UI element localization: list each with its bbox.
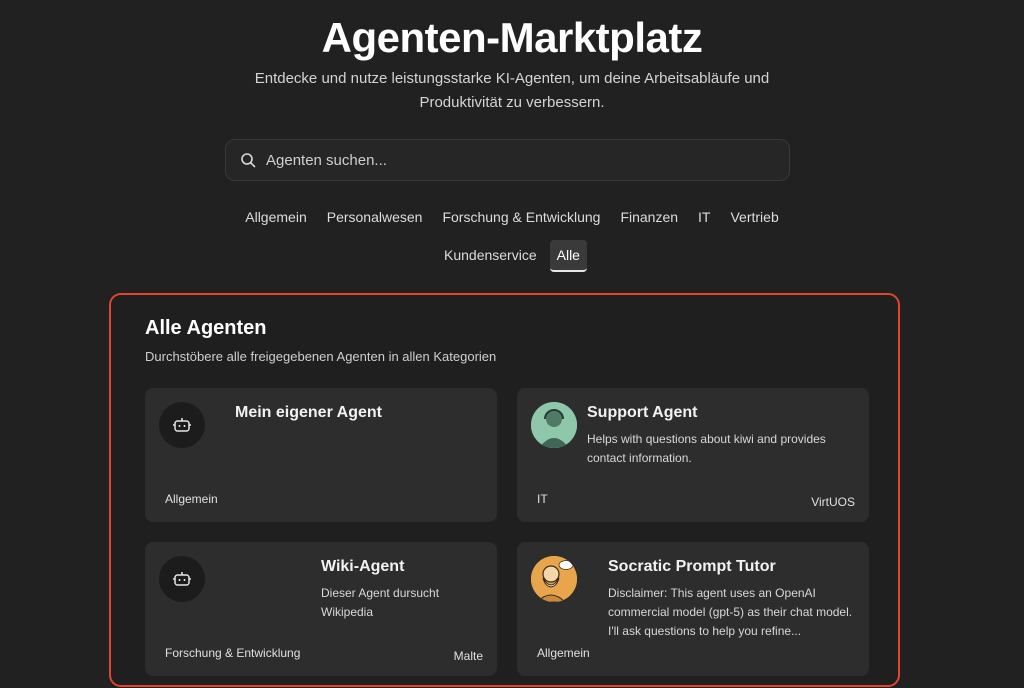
agent-avatar xyxy=(531,556,577,602)
tab-alle[interactable]: Alle xyxy=(549,240,587,272)
tab-allgemein[interactable]: Allgemein xyxy=(238,202,313,232)
agent-category: Allgemein xyxy=(165,492,218,506)
page-subtitle: Entdecke und nutze leistungsstarke KI-Ag… xyxy=(254,70,770,111)
agent-card[interactable]: Support Agent Helps with questions about… xyxy=(517,388,869,522)
agent-description: Disclaimer: This agent uses an OpenAI co… xyxy=(608,586,853,638)
agent-name: Wiki-Agent xyxy=(321,558,405,575)
support-avatar xyxy=(531,402,577,448)
agent-name: Mein eigener Agent xyxy=(235,404,382,421)
marketplace-page: Agenten-Marktplatz Entdecke und nutze le… xyxy=(0,0,1024,688)
agent-category: Forschung & Entwicklung xyxy=(165,646,301,660)
agent-card[interactable]: Mein eigener Agent Allgemein xyxy=(145,388,497,522)
agent-description: Helps with questions about kiwi and prov… xyxy=(587,432,826,465)
agent-author: Malte xyxy=(453,649,483,663)
robot-icon xyxy=(173,572,191,586)
page-title: Agenten-Marktplatz xyxy=(321,14,703,61)
category-tabs-row-1: Allgemein Personalwesen Forschung & Entw… xyxy=(212,202,812,232)
agent-category: Allgemein xyxy=(537,646,590,660)
socrates-avatar xyxy=(531,556,577,602)
section-description: Durchstöbere alle freigegebenen Agenten … xyxy=(145,349,497,364)
search-box[interactable] xyxy=(225,139,790,181)
tab-vertrieb[interactable]: Vertrieb xyxy=(723,202,785,232)
agent-avatar xyxy=(159,556,205,602)
tab-it[interactable]: IT xyxy=(691,202,717,232)
agent-avatar xyxy=(159,402,205,448)
tab-personalwesen[interactable]: Personalwesen xyxy=(320,202,430,232)
agent-name: Socratic Prompt Tutor xyxy=(608,558,776,575)
category-tabs-row-2: Kundenservice Alle xyxy=(212,240,812,272)
search-icon xyxy=(241,153,256,168)
agent-card[interactable]: Wiki-Agent Dieser Agent dursucht Wikiped… xyxy=(145,542,497,676)
all-agents-section: Alle Agenten Durchstöbere alle freigegeb… xyxy=(109,293,900,687)
tab-finanzen[interactable]: Finanzen xyxy=(613,202,685,232)
agent-name: Support Agent xyxy=(587,404,698,421)
section-title: Alle Agenten xyxy=(145,317,267,339)
agent-card[interactable]: Socratic Prompt Tutor Disclaimer: This a… xyxy=(517,542,869,676)
robot-icon xyxy=(173,418,191,432)
agent-description: Dieser Agent dursucht Wikipedia xyxy=(321,586,440,619)
search-input[interactable] xyxy=(266,151,746,169)
agent-avatar xyxy=(531,402,577,448)
tab-kundenservice[interactable]: Kundenservice xyxy=(437,240,544,272)
tab-forschung-entwicklung[interactable]: Forschung & Entwicklung xyxy=(435,202,607,232)
agent-author: VirtUOS xyxy=(811,495,855,509)
agent-category: IT xyxy=(537,492,548,506)
